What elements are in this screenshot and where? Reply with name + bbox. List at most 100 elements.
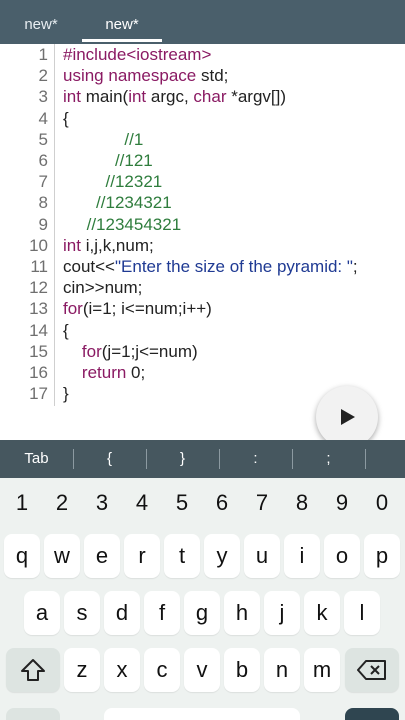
code-token: for: [63, 299, 83, 319]
symbol-open-brace-key[interactable]: {: [73, 440, 146, 478]
line-number: 1: [38, 45, 48, 64]
code-text: using namespace std;: [63, 65, 228, 86]
key-p[interactable]: p: [364, 534, 400, 578]
key-d[interactable]: d: [104, 591, 140, 635]
key-l[interactable]: l: [344, 591, 380, 635]
key-k[interactable]: k: [304, 591, 340, 635]
number-key-5[interactable]: 5: [162, 486, 202, 520]
key-o[interactable]: o: [324, 534, 360, 578]
number-key-6[interactable]: 6: [202, 486, 242, 520]
key-v[interactable]: v: [184, 648, 220, 692]
key-y[interactable]: y: [204, 534, 240, 578]
code-line[interactable]: 15 for(j=1;j<=num): [0, 341, 405, 362]
symbol-separator: [365, 449, 366, 469]
shift-icon: [21, 659, 45, 681]
code-editor[interactable]: 1 #include<iostream> 2 using namespace std;…: [0, 44, 405, 440]
key-c[interactable]: c: [144, 648, 180, 692]
key-e[interactable]: e: [84, 534, 120, 578]
code-line[interactable]: 5 //1: [0, 129, 405, 150]
code-token: std;: [200, 66, 229, 86]
number-key-7[interactable]: 7: [242, 486, 282, 520]
tab-new-2-active[interactable]: new*: [82, 0, 162, 44]
code-token: {: [63, 108, 69, 128]
code-text: return 0;: [63, 362, 145, 383]
key-f[interactable]: f: [144, 591, 180, 635]
number-key-4[interactable]: 4: [122, 486, 162, 520]
code-line[interactable]: 3 int main(int argc, char *argv[]): [0, 86, 405, 107]
number-key-9[interactable]: 9: [322, 486, 362, 520]
line-number: 15: [29, 341, 48, 361]
key-h[interactable]: h: [224, 591, 260, 635]
key-t[interactable]: t: [164, 534, 200, 578]
enter-key[interactable]: [345, 708, 399, 720]
code-token: cout<<: [63, 257, 115, 276]
symbol-close-brace-key[interactable]: }: [146, 440, 219, 478]
code-line[interactable]: 4{: [0, 108, 405, 129]
code-text: int i,j,k,num;: [63, 235, 154, 256]
code-line[interactable]: 16 return 0;: [0, 362, 405, 383]
code-token: cin>>num;: [63, 278, 143, 298]
number-key-8[interactable]: 8: [282, 486, 322, 520]
key-s[interactable]: s: [64, 591, 100, 635]
key-g[interactable]: g: [184, 591, 220, 635]
tab-new-1[interactable]: new*: [0, 0, 82, 44]
code-line[interactable]: 2 using namespace std;: [0, 65, 405, 86]
code-text: //123454321: [63, 214, 182, 235]
shift-key[interactable]: [6, 648, 60, 692]
key-r[interactable]: r: [124, 534, 160, 578]
code-line[interactable]: 1 #include<iostream>: [0, 44, 405, 65]
code-text: cin>>num;: [63, 277, 142, 298]
code-line[interactable]: 8 //1234321: [0, 192, 405, 213]
key-z[interactable]: z: [64, 648, 100, 692]
code-line[interactable]: 10 int i,j,k,num;: [0, 235, 405, 256]
symbol-colon-key[interactable]: :: [219, 440, 292, 478]
symbol-tab-key[interactable]: Tab: [0, 440, 73, 478]
code-text: for(i=1; i<=num;i++): [63, 298, 212, 319]
number-key-0[interactable]: 0: [362, 486, 402, 520]
play-icon: [341, 409, 355, 425]
run-button[interactable]: [316, 386, 378, 448]
line-number: 6: [38, 151, 48, 170]
key-j[interactable]: j: [264, 591, 300, 635]
code-line[interactable]: 12 cin>>num;: [0, 277, 405, 298]
code-line[interactable]: 9 //123454321: [0, 214, 405, 235]
code-token: (j=1;j<=num): [101, 341, 198, 361]
code-line[interactable]: 6 //121: [0, 150, 405, 171]
code-token: return: [81, 363, 132, 382]
line-number: 4: [38, 108, 48, 128]
active-tab-indicator: [82, 39, 162, 42]
key-x[interactable]: x: [104, 648, 140, 692]
line-number: 11: [30, 257, 48, 276]
key-q[interactable]: q: [4, 534, 40, 578]
line-number: 7: [38, 172, 48, 192]
symbol-semicolon-key[interactable]: ;: [292, 440, 365, 478]
code-line[interactable]: 13 for(i=1; i<=num;i++): [0, 298, 405, 319]
line-number: 14: [29, 320, 48, 340]
backspace-key[interactable]: [345, 648, 399, 692]
key-m[interactable]: m: [304, 648, 340, 692]
line-number: 9: [38, 214, 48, 234]
code-token: //121: [63, 151, 153, 170]
code-token: int: [63, 235, 86, 255]
code-line[interactable]: 7 //12321: [0, 171, 405, 192]
code-line[interactable]: 14 {: [0, 320, 405, 341]
line-number: 16: [29, 363, 48, 382]
code-text: int main(int argc, char *argv[]): [63, 86, 286, 107]
number-key-2[interactable]: 2: [42, 486, 82, 520]
code-text: //1234321: [63, 192, 172, 213]
space-bar[interactable]: [104, 708, 300, 720]
key-u[interactable]: u: [244, 534, 280, 578]
number-key-3[interactable]: 3: [82, 486, 122, 520]
key-n[interactable]: n: [264, 648, 300, 692]
key-b[interactable]: b: [224, 648, 260, 692]
keyboard-bottom-key-left[interactable]: [6, 708, 60, 720]
code-text: for(j=1;j<=num): [63, 341, 198, 362]
code-token: using namespace: [63, 66, 201, 86]
key-w[interactable]: w: [44, 534, 80, 578]
key-a[interactable]: a: [24, 591, 60, 635]
code-line[interactable]: 11 cout<<"Enter the size of the pyramid: …: [0, 256, 405, 277]
line-number: 12: [29, 278, 48, 298]
key-i[interactable]: i: [284, 534, 320, 578]
number-key-1[interactable]: 1: [2, 486, 42, 520]
